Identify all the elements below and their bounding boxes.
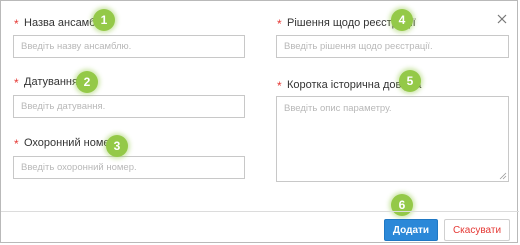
footer-divider	[1, 211, 519, 212]
required-mark: *	[277, 17, 282, 31]
dating-label: Датування	[24, 76, 78, 88]
history-note-textarea[interactable]	[276, 96, 509, 182]
add-button[interactable]: Додати	[384, 219, 438, 241]
required-mark: *	[277, 79, 282, 93]
close-icon[interactable]	[496, 13, 508, 25]
required-mark: *	[14, 137, 19, 151]
callout-badge: 2	[76, 71, 98, 93]
add-ensemble-dialog: * Назва ансамблю * Датування * Охоронний…	[0, 0, 519, 243]
required-mark: *	[14, 17, 19, 31]
dating-input[interactable]	[13, 95, 245, 118]
protection-number-label: Охоронний номер	[24, 137, 116, 149]
callout-badge: 5	[399, 70, 421, 92]
callout-badge: 6	[391, 194, 413, 216]
required-mark: *	[14, 76, 19, 90]
cancel-button[interactable]: Скасувати	[444, 219, 510, 241]
callout-badge: 1	[93, 9, 115, 31]
ensemble-name-input[interactable]	[13, 35, 245, 58]
registry-decision-input[interactable]	[276, 35, 509, 58]
protection-number-input[interactable]	[13, 156, 245, 179]
callout-badge: 3	[106, 135, 128, 157]
callout-badge: 4	[391, 9, 413, 31]
